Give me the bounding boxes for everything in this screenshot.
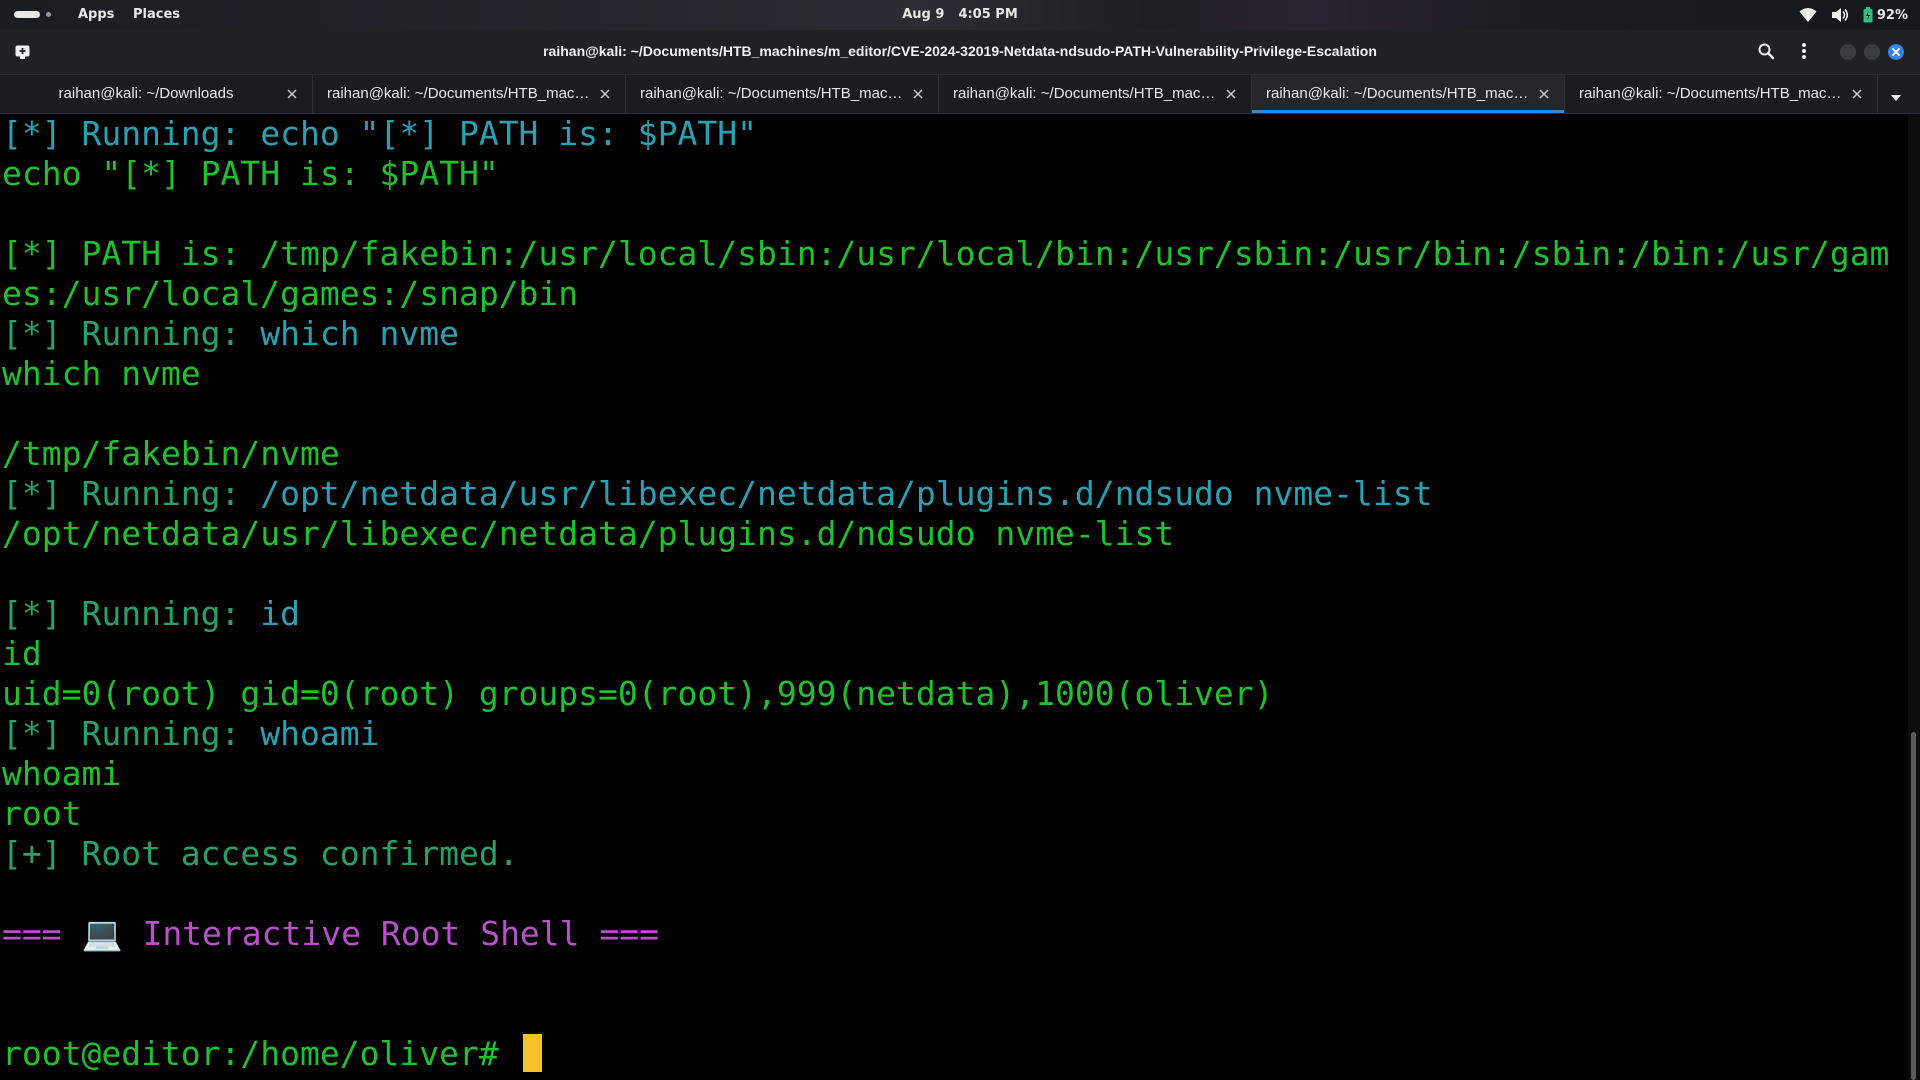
terminal-line: [*] Running: whoami bbox=[2, 714, 380, 754]
terminal-line: [*] Running: /opt/netdata/usr/libexec/ne… bbox=[2, 474, 1432, 514]
terminal-text: id bbox=[2, 634, 42, 673]
terminal-line: [*] Running: which nvme bbox=[2, 314, 459, 354]
terminal-cursor bbox=[522, 1034, 542, 1072]
battery-percent: 92% bbox=[1876, 7, 1908, 23]
terminal-scrollbar-thumb[interactable] bbox=[1911, 732, 1916, 1080]
tab-bar: raihan@kali: ~/Downloads raihan@kali: ~/… bbox=[0, 75, 1920, 114]
terminal-text: whoami bbox=[260, 714, 380, 753]
terminal-line: === 💻 Interactive Root Shell === bbox=[2, 914, 659, 954]
maximize-icon[interactable] bbox=[1864, 44, 1880, 60]
terminal-text: Interactive Root Shell === bbox=[122, 914, 660, 953]
battery-icon bbox=[1863, 7, 1873, 23]
clock-date: Aug 9 bbox=[902, 7, 945, 22]
clock-time: 4:05 PM bbox=[958, 7, 1018, 22]
terminal-text: /opt/netdata/usr/libexec/netdata/plugins… bbox=[260, 474, 1433, 513]
tab-3[interactable]: raihan@kali: ~/Documents/HTB_machines/m_… bbox=[626, 75, 939, 113]
terminal-output[interactable]: [*] Running: echo "[*] PATH is: $PATH" ec… bbox=[0, 114, 1908, 1080]
window-title: raihan@kali: ~/Documents/HTB_machines/m_… bbox=[543, 43, 1377, 59]
laptop-emoji-icon: 💻 bbox=[81, 914, 123, 953]
tab-label: raihan@kali: ~/Documents/HTB_machines/m_… bbox=[327, 85, 591, 102]
close-icon[interactable] bbox=[1888, 44, 1904, 60]
tab-close-icon[interactable] bbox=[1851, 87, 1863, 99]
shell-prompt-line: root@editor:/home/oliver# bbox=[2, 1034, 542, 1074]
terminal-text: === bbox=[2, 914, 82, 953]
terminal-text: root bbox=[2, 794, 82, 833]
terminal-line: whoami bbox=[2, 754, 121, 794]
tab-close-icon[interactable] bbox=[1538, 87, 1550, 99]
tab-close-icon[interactable] bbox=[599, 87, 611, 99]
terminal-line: which nvme bbox=[2, 354, 201, 394]
tab-close-icon[interactable] bbox=[1225, 87, 1237, 99]
menu-icon[interactable] bbox=[1800, 42, 1808, 64]
terminal-text: whoami bbox=[2, 754, 122, 793]
terminal-text: [+] Root access confirmed. bbox=[2, 834, 519, 873]
battery-status[interactable]: 92% bbox=[1863, 7, 1908, 23]
tab-label: raihan@kali: ~/Documents/HTB_machines/m_… bbox=[1266, 85, 1530, 102]
tab-2[interactable]: raihan@kali: ~/Documents/HTB_machines/m_… bbox=[313, 75, 626, 113]
terminal-text: root@editor:/home/oliver# bbox=[2, 1034, 519, 1073]
terminal-text: [*] Running: bbox=[2, 474, 261, 513]
tab-6[interactable]: raihan@kali: ~/Documents/HTB_machines/m_… bbox=[1565, 75, 1878, 113]
tab-5-active[interactable]: raihan@kali: ~/Documents/HTB_machines/m_… bbox=[1252, 75, 1565, 113]
terminal-text: [*] Running: bbox=[2, 714, 261, 753]
tab-label: raihan@kali: ~/Documents/HTB_machines/m_… bbox=[1579, 85, 1843, 102]
terminal-text: [*] Running: echo "[*] PATH is: $PATH" bbox=[2, 114, 757, 153]
volume-icon[interactable] bbox=[1831, 7, 1849, 23]
terminal-line: es:/usr/local/games:/snap/bin bbox=[2, 274, 578, 314]
tab-label: raihan@kali: ~/Downloads bbox=[58, 85, 234, 102]
system-tray[interactable]: 92% bbox=[1799, 6, 1908, 24]
terminal-text: uid=0(root) gid=0(root) groups=0(root),9… bbox=[2, 674, 1274, 713]
terminal-text: which nvme bbox=[2, 354, 201, 393]
terminal-text: id bbox=[260, 594, 301, 633]
terminal-text: echo "[*] PATH is: $PATH" bbox=[2, 154, 499, 193]
minimize-icon[interactable] bbox=[1840, 44, 1856, 60]
tab-label: raihan@kali: ~/Documents/HTB_machines/m_… bbox=[640, 85, 904, 102]
terminal-line: [*] Running: echo "[*] PATH is: $PATH" bbox=[2, 114, 757, 154]
tab-close-icon[interactable] bbox=[286, 87, 298, 99]
tab-4[interactable]: raihan@kali: ~/Documents/HTB_machines/m_… bbox=[939, 75, 1252, 113]
terminal-text: [*] PATH is: /tmp/fakebin:/usr/local/sbi… bbox=[2, 234, 1890, 273]
terminal-line: [*] PATH is: /tmp/fakebin:/usr/local/sbi… bbox=[2, 234, 1889, 274]
terminal-line: /tmp/fakebin/nvme bbox=[2, 434, 340, 474]
wifi-icon[interactable] bbox=[1799, 7, 1817, 23]
terminal-text: /tmp/fakebin/nvme bbox=[2, 434, 340, 473]
terminal-text: which nvme bbox=[260, 314, 459, 353]
terminal-line: [+] Root access confirmed. bbox=[2, 834, 519, 874]
terminal-line: [*] Running: id bbox=[2, 594, 300, 634]
terminal-header-bar: raihan@kali: ~/Documents/HTB_machines/m_… bbox=[0, 30, 1920, 75]
system-top-bar: Apps Places Aug 9 4:05 PM 92% bbox=[0, 0, 1920, 30]
tab-1[interactable]: raihan@kali: ~/Downloads bbox=[0, 75, 313, 113]
terminal-text: es:/usr/local/games:/snap/bin bbox=[2, 274, 579, 313]
terminal-line: uid=0(root) gid=0(root) groups=0(root),9… bbox=[2, 674, 1274, 714]
tab-close-icon[interactable] bbox=[912, 87, 924, 99]
clock[interactable]: Aug 9 4:05 PM bbox=[0, 7, 1920, 22]
terminal-line: id bbox=[2, 634, 42, 674]
active-tab-indicator bbox=[1252, 110, 1564, 113]
tab-overflow-chevron-down-icon[interactable] bbox=[1890, 89, 1902, 107]
terminal-line: /opt/netdata/usr/libexec/netdata/plugins… bbox=[2, 514, 1174, 554]
terminal-text: [*] Running: bbox=[2, 594, 261, 633]
search-icon[interactable] bbox=[1757, 42, 1775, 64]
tab-label: raihan@kali: ~/Documents/HTB_machines/m_… bbox=[953, 85, 1217, 102]
terminal-line: echo "[*] PATH is: $PATH" bbox=[2, 154, 499, 194]
terminal-text: [*] Running: bbox=[2, 314, 261, 353]
terminal-text: /opt/netdata/usr/libexec/netdata/plugins… bbox=[2, 514, 1175, 553]
terminal-line: root bbox=[2, 794, 81, 834]
